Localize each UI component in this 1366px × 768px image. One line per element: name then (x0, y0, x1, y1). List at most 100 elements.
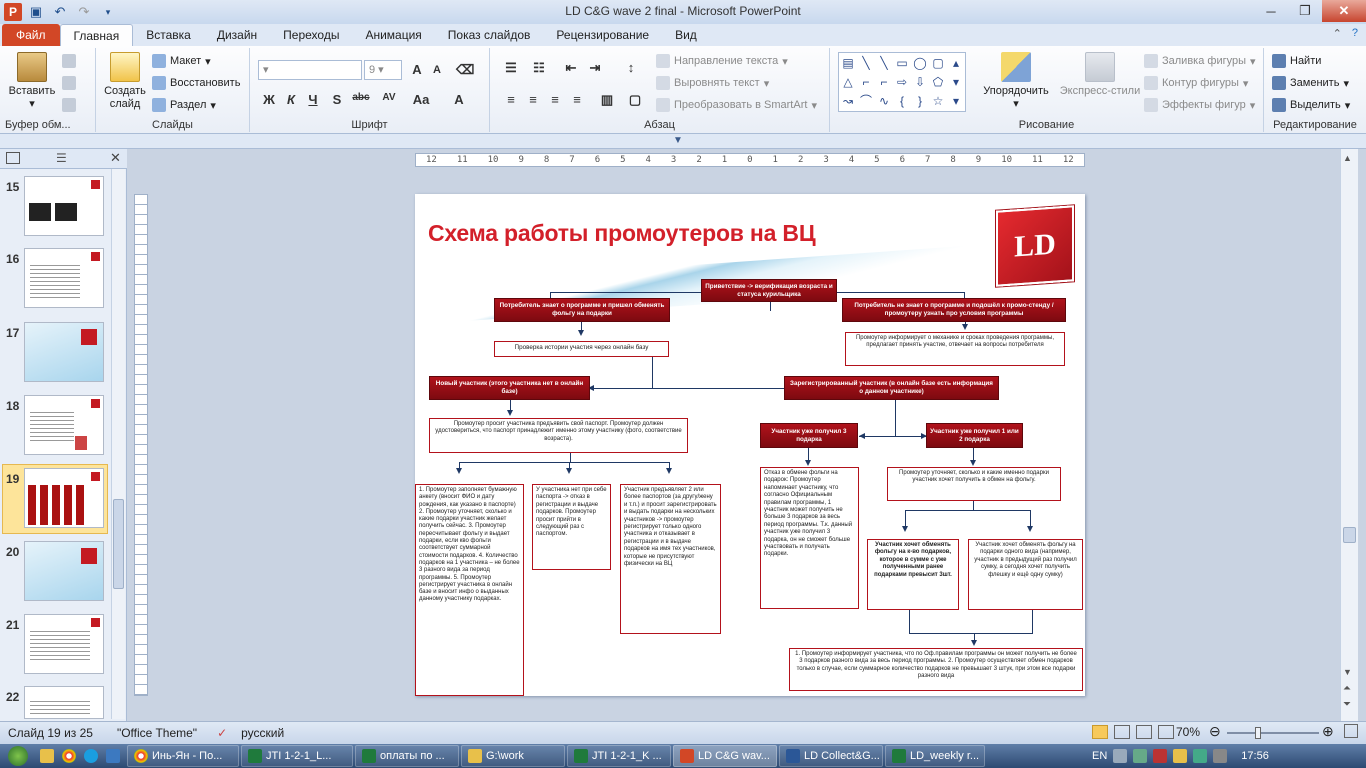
rounded-rect-shape-icon[interactable]: ▢ (932, 56, 943, 70)
zoom-in-icon[interactable]: ⊕ (1322, 723, 1334, 740)
network-icon[interactable] (1113, 749, 1128, 763)
next-slide-icon[interactable]: ⏷ (1343, 699, 1351, 710)
decrease-indent-icon[interactable]: ⇤ (562, 60, 580, 76)
align-left-icon[interactable]: ≡ (502, 92, 520, 107)
input-language[interactable]: EN (1092, 750, 1107, 762)
save-icon[interactable]: ▣ (26, 2, 46, 22)
curve-shape-icon[interactable]: ∿ (879, 94, 889, 108)
font-color-icon[interactable]: A (450, 92, 468, 107)
paste-button[interactable]: Вставить ▾ (6, 52, 58, 111)
bold-icon[interactable]: Ж (260, 92, 278, 107)
zoom-out-icon[interactable]: ⊖ (1209, 723, 1221, 740)
slide-thumbnail[interactable] (24, 248, 104, 308)
oval-shape-icon[interactable]: ◯ (913, 56, 926, 70)
scroll-thumb[interactable] (113, 499, 124, 589)
box-want-one-type[interactable]: Участник хочет обменять фольгу на подарк… (968, 539, 1083, 610)
powerpoint-logo-icon[interactable]: P (4, 3, 22, 21)
box-new-participant[interactable]: Новый участник (этого участника нет в он… (429, 376, 590, 400)
customize-toolbar-icon[interactable]: ▾ (98, 2, 118, 22)
tab-review[interactable]: Рецензирование (543, 24, 662, 46)
box-got-1-2-gifts[interactable]: Участник уже получил 1 или 2 подарка (926, 423, 1023, 448)
start-button[interactable] (0, 744, 36, 768)
slideshow-view-icon[interactable] (1158, 725, 1174, 739)
shadow-icon[interactable]: S (328, 92, 346, 107)
taskbar-item-excel[interactable]: JTI 1-2-1_K ... (567, 745, 671, 767)
box-knows-program[interactable]: Потребитель знает о программе и пришел о… (494, 298, 670, 322)
text-direction-button[interactable]: Направление текста ▾ (656, 54, 788, 68)
font-size-input[interactable]: 9 ▾ (364, 60, 402, 80)
brace-shape-icon[interactable]: } (918, 94, 922, 108)
box-want-quantity[interactable]: Участник хочет обменять фольгу на к-во п… (867, 539, 959, 610)
theme-name[interactable]: "Office Theme" (117, 726, 197, 740)
help-icon[interactable]: ? (1352, 27, 1358, 40)
box-ask-passport[interactable]: Промоутер просит участника предъявить св… (429, 418, 688, 453)
slide-scrollbar[interactable]: ▲ ▼ ⏶ ⏷ (1340, 149, 1358, 721)
quick-styles-button[interactable]: Экспресс-стили (1058, 52, 1142, 98)
bullets-icon[interactable]: ☰ (502, 60, 520, 76)
skype-icon[interactable] (84, 749, 98, 763)
align-text-button[interactable]: Выровнять текст ▾ (656, 76, 769, 90)
replace-button[interactable]: Заменить ▾ (1272, 76, 1349, 90)
zoom-slider-thumb[interactable] (1255, 727, 1261, 739)
slides-tab-icon[interactable] (6, 152, 20, 164)
explorer-icon[interactable] (40, 749, 54, 763)
panel-scrollbar[interactable] (111, 169, 125, 719)
shrink-font-icon[interactable]: A (428, 64, 446, 76)
line-spacing-icon[interactable]: ↕ (622, 60, 640, 75)
scroll-thumb[interactable] (1343, 527, 1356, 543)
reading-view-icon[interactable] (1136, 725, 1152, 739)
line-shape-icon[interactable]: ╲ (862, 56, 869, 70)
box-promoter-informs[interactable]: Промоутер информирует о механике и срока… (845, 332, 1065, 366)
zoom-slider[interactable] (1227, 727, 1319, 739)
change-case-icon[interactable]: Aa (412, 92, 430, 107)
more-shapes-icon[interactable]: ▾ (953, 75, 959, 89)
clock[interactable]: 17:56 (1241, 750, 1269, 762)
fit-to-window-icon[interactable] (1344, 724, 1358, 738)
taskbar-item-excel[interactable]: LD_weekly r... (885, 745, 985, 767)
taskbar-item-excel[interactable]: JTI 1-2-1_L... (241, 745, 353, 767)
box-greeting[interactable]: Приветствие -> верификация возраста и ст… (701, 279, 837, 302)
numbering-icon[interactable]: ☷ (530, 60, 548, 76)
box-no-passport[interactable]: У участника нет при себе паспорта -> отк… (532, 484, 611, 570)
elbow-shape-icon[interactable]: ⌐ (880, 75, 887, 89)
pentagon-shape-icon[interactable]: ⬠ (933, 75, 943, 89)
slide-thumbnail[interactable] (24, 322, 104, 382)
close-panel-icon[interactable]: ✕ (110, 150, 121, 166)
scroll-down-icon[interactable]: ▼ (1343, 667, 1352, 677)
taskbar-item-excel[interactable]: оплаты по ... (355, 745, 459, 767)
slide-canvas[interactable]: Схема работы промоутеров на ВЦ LD Привет… (415, 194, 1085, 696)
outline-tab-icon[interactable]: ☰ (56, 151, 67, 165)
zoom-level[interactable]: 70% (1176, 725, 1200, 739)
volume-icon[interactable] (1213, 749, 1228, 763)
clear-format-icon[interactable]: ⌫ (456, 62, 474, 78)
box-not-knows-program[interactable]: Потребитель не знает о программе и подош… (842, 298, 1066, 322)
grow-font-icon[interactable]: A (408, 62, 426, 77)
close-button[interactable]: ✕ (1322, 0, 1366, 22)
shape-fill-button[interactable]: Заливка фигуры ▾ (1144, 54, 1256, 68)
columns-icon[interactable]: ▥ (598, 92, 616, 108)
tab-transitions[interactable]: Переходы (270, 24, 352, 46)
find-button[interactable]: Найти (1272, 54, 1321, 68)
box-two-passports[interactable]: Участник предъявляет 2 или более паспорт… (620, 484, 721, 634)
taskbar-item-powerpoint[interactable]: LD C&G wav... (673, 745, 777, 767)
increase-indent-icon[interactable]: ⇥ (586, 60, 604, 76)
slide-title[interactable]: Схема работы промоутеров на ВЦ (428, 220, 816, 247)
shapes-gallery[interactable]: ▤ ╲ ╲ ▭ ◯ ▢ ▴ △ ⌐ ⌐ ⇨ ⇩ ⬠ ▾ ↝ ⌒ ∿ {} ☆ ▾ (838, 52, 966, 112)
reset-button[interactable]: Восстановить (152, 76, 240, 90)
restore-button[interactable]: ❐ (1288, 0, 1322, 22)
textbox-shape-icon[interactable]: ▤ (842, 56, 853, 70)
char-spacing-icon[interactable]: AV (380, 92, 398, 103)
align-right-icon[interactable]: ≡ (546, 92, 564, 107)
box-check-history[interactable]: Проверка истории участия через онлайн ба… (494, 341, 669, 357)
line-shape-icon[interactable]: ╲ (880, 56, 887, 70)
cut-button[interactable] (62, 54, 76, 68)
arrow-shape-icon[interactable]: ⇨ (897, 75, 907, 89)
slide-thumbnail[interactable] (24, 176, 104, 236)
new-slide-button[interactable]: Создать слайд (100, 52, 150, 111)
justify-icon[interactable]: ≡ (568, 92, 586, 107)
slide-thumbnail[interactable] (24, 686, 104, 719)
box-clarify-gifts[interactable]: Промоутер уточняет, сколько и какие имен… (887, 467, 1061, 501)
slide-sorter-icon[interactable] (1114, 725, 1130, 739)
taskbar-item-chrome[interactable]: Инь-Ян - По... (127, 745, 239, 767)
select-button[interactable]: Выделить ▾ (1272, 98, 1350, 112)
